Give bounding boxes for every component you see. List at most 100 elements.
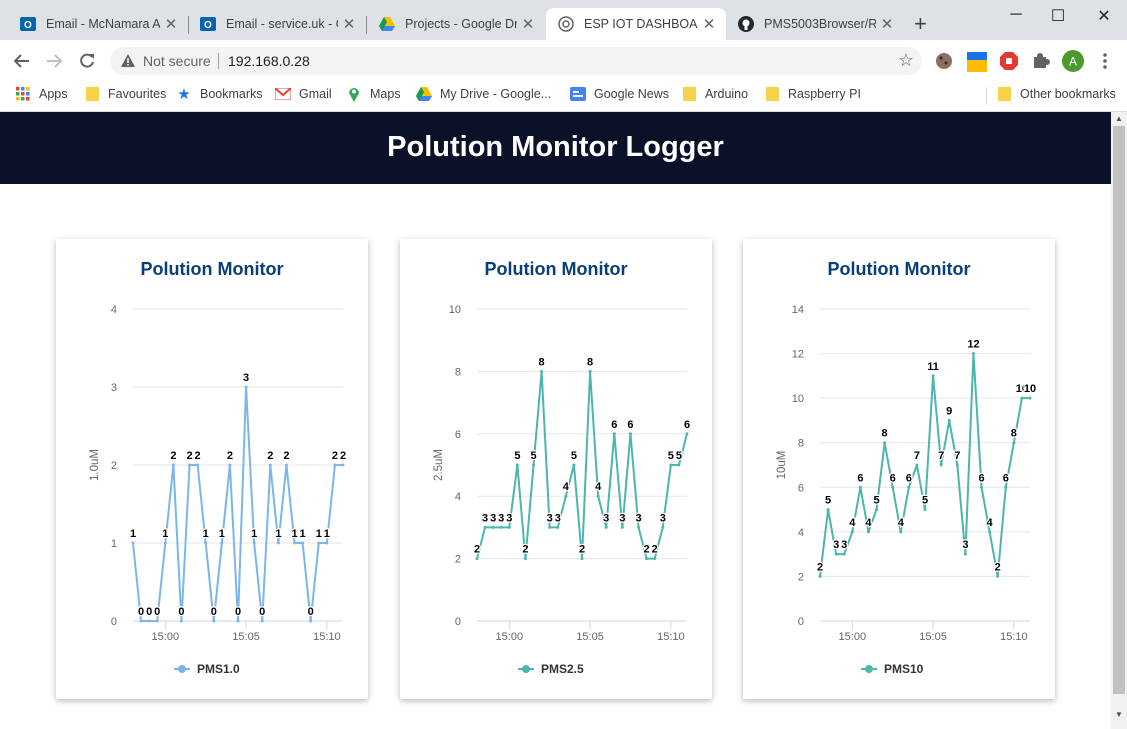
tab-projects-drive[interactable]: Projects - Google Driv ✕ xyxy=(367,8,545,40)
data-label: 7 xyxy=(914,450,920,462)
profile-avatar[interactable]: A xyxy=(1062,50,1084,72)
svg-text:O: O xyxy=(204,20,212,31)
y-tick-label: 6 xyxy=(455,429,461,441)
maximize-icon[interactable]: ☐ xyxy=(1038,6,1078,26)
y-axis-title: 10uM xyxy=(776,451,788,480)
window-close-icon[interactable]: ✕ xyxy=(1084,6,1124,26)
data-label: 3 xyxy=(660,512,666,524)
y-tick-label: 4 xyxy=(798,527,804,539)
data-point xyxy=(163,541,167,545)
bookmark-gmail[interactable]: Gmail xyxy=(275,86,332,102)
warning-icon xyxy=(120,53,136,71)
tab-esp-iot-dashboard[interactable]: ESP IOT DASHBOARD ✕ xyxy=(546,8,726,40)
google-news-icon xyxy=(570,86,586,102)
data-point xyxy=(899,530,903,534)
x-tick-label: 15:00 xyxy=(839,631,867,643)
data-point xyxy=(883,441,887,445)
close-icon[interactable]: ✕ xyxy=(698,15,720,33)
globe-icon xyxy=(558,16,574,32)
tab-email-service[interactable]: O Email - service.uk - Ou ✕ xyxy=(188,8,366,40)
data-label: 3 xyxy=(833,539,839,551)
x-tick-label: 15:00 xyxy=(152,631,180,643)
cookie-extension-icon[interactable] xyxy=(935,52,953,70)
bookmark-bookmarks[interactable]: ★ Bookmarks xyxy=(176,86,262,103)
tab-label: ESP IOT DASHBOARD xyxy=(584,17,698,31)
menu-kebab-icon[interactable] xyxy=(1098,52,1112,70)
minimize-icon[interactable]: ─ xyxy=(996,6,1036,26)
vertical-scrollbar[interactable]: ▲ ▼ xyxy=(1111,112,1127,729)
data-point xyxy=(139,619,143,623)
reload-icon[interactable] xyxy=(74,48,100,74)
data-label: 8 xyxy=(882,428,888,440)
chart-card-pms1: Polution Monitor 0 1 2 3 4 15:00 15:05 15:10 1.0… xyxy=(56,239,368,699)
data-label: 3 xyxy=(482,512,488,524)
data-label: 12 xyxy=(967,339,979,351)
data-point xyxy=(196,463,200,467)
bookmark-maps[interactable]: Maps xyxy=(346,86,401,102)
close-icon[interactable]: ✕ xyxy=(517,15,539,33)
bookmark-google-news[interactable]: Google News xyxy=(570,86,669,102)
data-point xyxy=(317,541,321,545)
close-icon[interactable]: ✕ xyxy=(160,15,182,33)
scroll-down-icon[interactable]: ▼ xyxy=(1111,710,1127,719)
data-point xyxy=(653,557,657,561)
forward-arrow-icon[interactable] xyxy=(41,48,67,74)
apps-grid-icon xyxy=(15,86,31,102)
data-point xyxy=(628,432,632,436)
data-label: 5 xyxy=(825,495,831,507)
x-tick-label: 15:05 xyxy=(919,631,947,643)
y-tick-label: 2 xyxy=(798,571,804,583)
bookmark-apps[interactable]: Apps xyxy=(15,86,68,102)
data-point xyxy=(850,530,854,534)
star-icon: ★ xyxy=(177,86,191,103)
data-point xyxy=(301,541,305,545)
bookmark-my-drive[interactable]: My Drive - Google... xyxy=(416,86,551,102)
tab-label: Email - service.uk - Ou xyxy=(226,17,338,31)
data-label: 5 xyxy=(873,495,879,507)
back-arrow-icon[interactable] xyxy=(9,48,35,74)
data-point xyxy=(931,374,935,378)
data-point xyxy=(244,385,248,389)
bookmark-label: Raspberry PI xyxy=(788,87,861,101)
data-point xyxy=(947,418,951,422)
bookmark-arduino[interactable]: Arduino xyxy=(681,86,748,102)
data-point xyxy=(212,619,216,623)
bookmark-raspberry-pi[interactable]: Raspberry PI xyxy=(764,86,861,102)
scroll-up-icon[interactable]: ▲ xyxy=(1111,114,1127,123)
bookmark-favourites[interactable]: Favourites xyxy=(84,86,166,102)
data-point xyxy=(475,557,479,561)
data-label: 0 xyxy=(146,606,152,618)
adblock-extension-icon[interactable] xyxy=(1000,52,1018,70)
tab-email-mcnamara[interactable]: O Email - McNamara Ale ✕ xyxy=(8,8,188,40)
data-point xyxy=(907,485,911,489)
data-label: 0 xyxy=(138,606,144,618)
chart-card-pms25: Polution Monitor 0 2 4 6 8 10 15:00 15:05 15:10 2… xyxy=(400,239,712,699)
bookmark-star-icon[interactable]: ☆ xyxy=(898,50,914,71)
data-point xyxy=(971,352,975,356)
address-bar[interactable]: Not secure 192.168.0.28 ☆ xyxy=(110,47,922,75)
legend-label: PMS1.0 xyxy=(197,662,240,676)
calendar-extension-icon[interactable] xyxy=(967,52,987,72)
url-text[interactable]: 192.168.0.28 xyxy=(228,53,310,69)
data-point xyxy=(685,432,689,436)
y-tick-label: 10 xyxy=(449,304,461,316)
series-line xyxy=(132,386,343,622)
data-point xyxy=(260,619,264,623)
legend-marker xyxy=(522,665,530,673)
tab-label: PMS5003Browser/REA xyxy=(764,17,876,31)
data-point xyxy=(596,494,600,498)
bookmark-other[interactable]: Other bookmarks xyxy=(996,86,1116,102)
data-label: 3 xyxy=(635,512,641,524)
data-label: 6 xyxy=(684,419,690,431)
data-label: 1 xyxy=(300,528,306,540)
data-label: 2 xyxy=(340,450,346,462)
tab-strip: O Email - McNamara Ale ✕ O Email - servi… xyxy=(0,0,1127,40)
scroll-thumb[interactable] xyxy=(1113,126,1125,694)
tab-github-pms5003[interactable]: PMS5003Browser/REA ✕ xyxy=(726,8,904,40)
close-icon[interactable]: ✕ xyxy=(338,15,360,33)
close-icon[interactable]: ✕ xyxy=(876,15,898,33)
puzzle-extension-icon[interactable] xyxy=(1032,52,1050,70)
data-point xyxy=(325,541,329,545)
x-tick-label: 15:00 xyxy=(496,631,524,643)
new-tab-button[interactable]: + xyxy=(914,13,927,35)
